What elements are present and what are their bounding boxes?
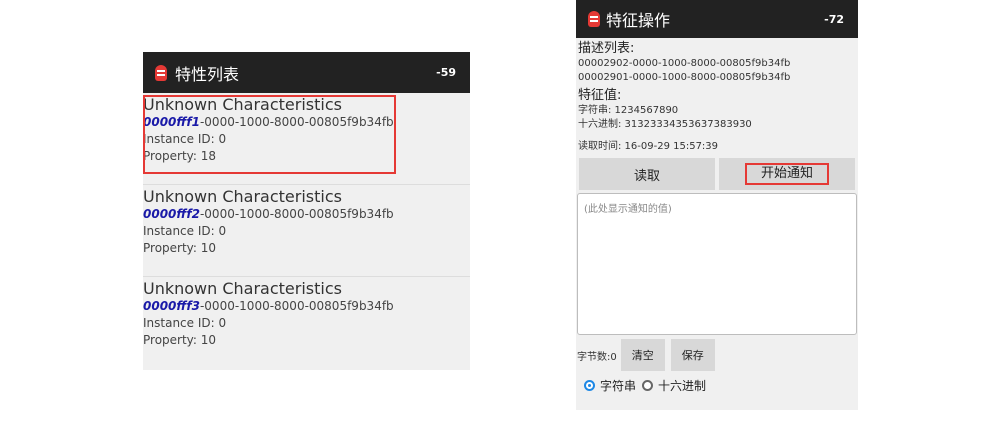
string-value: 字符串: 1234567890: [578, 105, 679, 116]
radio-hex-icon[interactable]: [642, 380, 654, 391]
instance-id: Instance ID: 0: [143, 316, 227, 330]
characteristic-uuid: 0000fff2-0000-1000-8000-00805f9b34fb: [143, 206, 470, 223]
rssi-value: -59: [436, 66, 456, 79]
characteristic-uuid: 0000fff3-0000-1000-8000-00805f9b34fb: [143, 298, 470, 315]
uuid-rest: -0000-1000-8000-00805f9b34fb: [199, 299, 394, 313]
characteristic-name: Unknown Characteristics: [143, 279, 342, 298]
app-bar: 特性列表 -59: [143, 52, 470, 93]
byte-count: 字节数:0: [577, 351, 617, 363]
bottom-toolbar: 字节数:0 清空 保存: [576, 339, 858, 371]
format-radio-group: 字符串 十六进制: [576, 377, 858, 394]
list-item[interactable]: Unknown Characteristics 0000fff3-0000-10…: [143, 277, 470, 369]
app-bar: 特征操作 -72: [576, 0, 858, 38]
notify-value-textarea[interactable]: (此处显示通知的值): [577, 193, 857, 335]
app-logo-icon: [155, 64, 167, 81]
descriptor-list-label: 描述列表:: [578, 41, 635, 56]
descriptor-item: 00002901-0000-1000-8000-00805f9b34fb: [578, 72, 791, 83]
rssi-value: -72: [824, 12, 844, 26]
property: Property: 10: [143, 241, 217, 255]
list-item[interactable]: Unknown Characteristics 0000fff1-0000-10…: [143, 93, 470, 185]
start-notify-button[interactable]: 开始通知: [719, 158, 855, 190]
radio-hex-label[interactable]: 十六进制: [658, 377, 706, 394]
uuid-short: 0000fff2: [143, 207, 200, 221]
hex-value: 十六进制: 31323334353637383930: [578, 119, 752, 130]
save-button[interactable]: 保存: [670, 339, 715, 371]
read-button[interactable]: 读取: [579, 158, 715, 190]
descriptor-item: 00002902-0000-1000-8000-00805f9b34fb: [578, 58, 791, 69]
characteristic-list-screen: 特性列表 -59 Unknown Characteristics 0000fff…: [143, 52, 470, 370]
page-title: 特征操作: [606, 11, 671, 30]
highlight-box: [143, 95, 396, 174]
radio-string-icon[interactable]: [584, 380, 595, 391]
characteristic-operation-screen: 特征操作 -72 描述列表: 00002902-0000-1000-8000-0…: [576, 0, 858, 410]
uuid-short: 0000fff3: [143, 299, 200, 313]
app-logo-icon: [588, 11, 600, 27]
value-label: 特征值:: [578, 88, 622, 103]
list-item[interactable]: Unknown Characteristics 0000fff2-0000-10…: [143, 185, 470, 277]
instance-id: Instance ID: 0: [143, 224, 227, 238]
property: Property: 10: [143, 333, 217, 347]
read-time: 读取时间: 16-09-29 15:57:39: [578, 141, 719, 152]
radio-string-label[interactable]: 字符串: [600, 377, 636, 394]
uuid-rest: -0000-1000-8000-00805f9b34fb: [199, 207, 394, 221]
start-notify-label: 开始通知: [744, 163, 829, 185]
page-title: 特性列表: [175, 64, 240, 84]
characteristic-name: Unknown Characteristics: [143, 187, 342, 206]
action-buttons: 读取 开始通知: [576, 158, 858, 190]
clear-button[interactable]: 清空: [620, 339, 665, 371]
